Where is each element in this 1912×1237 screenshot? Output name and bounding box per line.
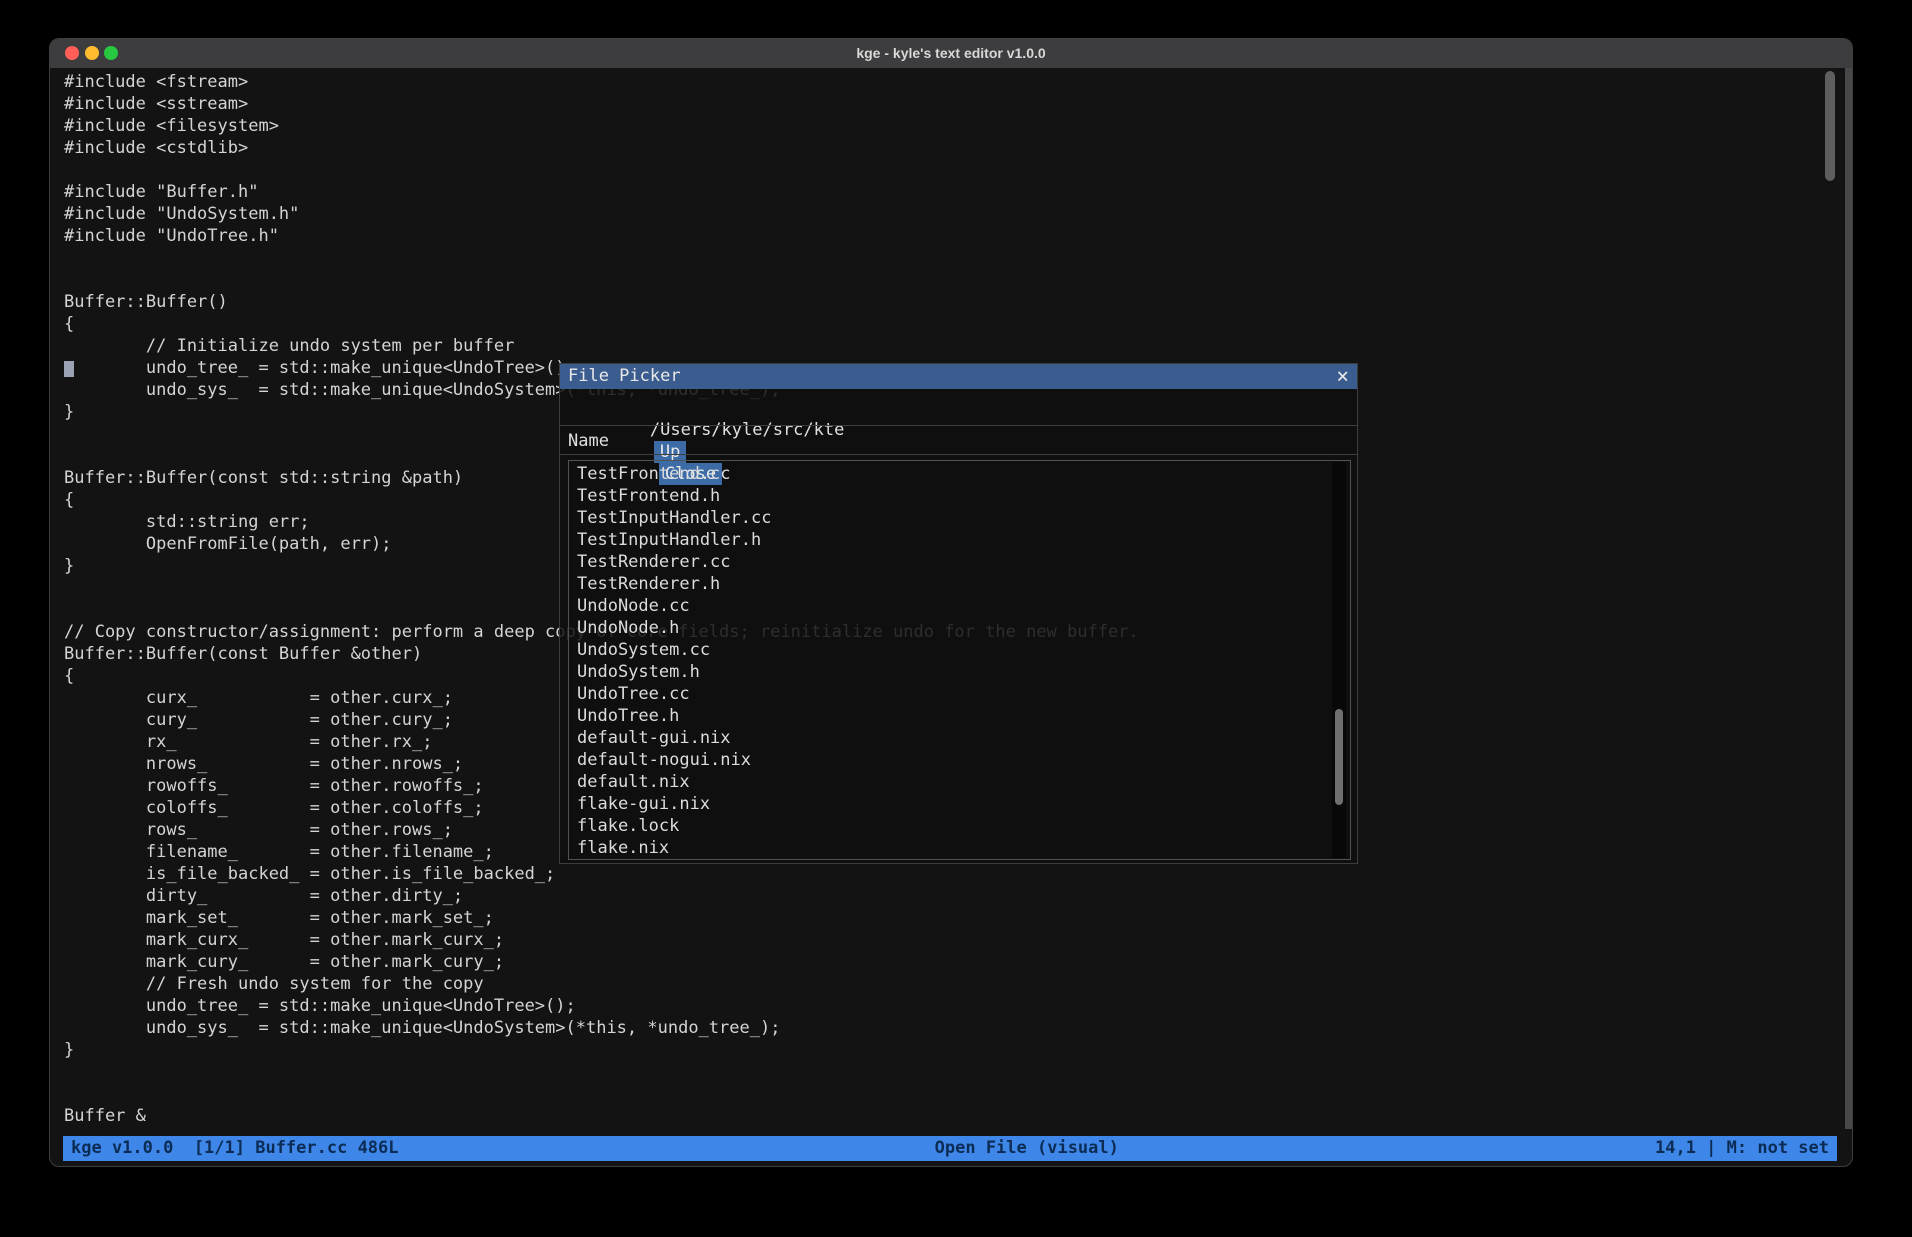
separator <box>560 425 1357 426</box>
file-item[interactable]: flake.lock <box>569 815 1350 837</box>
status-left: kge v1.0.0 [1/1] Buffer.cc 486L <box>71 1136 399 1161</box>
file-item[interactable]: default-nogui.nix <box>569 749 1350 771</box>
file-item[interactable]: TestRenderer.h <box>569 573 1350 595</box>
file-item[interactable]: TestRenderer.cc <box>569 551 1350 573</box>
file-item[interactable]: flake-gui.nix <box>569 793 1350 815</box>
file-item[interactable]: UndoSystem.cc <box>569 639 1350 661</box>
status-cursor-info: 14,1 | M: not set <box>1655 1136 1829 1161</box>
close-icon[interactable]: × <box>1336 364 1349 389</box>
column-header-name: Name <box>568 430 609 452</box>
editor-scrollbar-thumb[interactable] <box>1825 71 1835 181</box>
file-list: TestFrontend.ccTestFrontend.hTestInputHa… <box>568 460 1351 860</box>
file-item[interactable]: TestFrontend.h <box>569 485 1350 507</box>
window-titlebar: kge - kyle's text editor v1.0.0 <box>50 39 1852 68</box>
list-scrollbar-thumb[interactable] <box>1335 709 1343 805</box>
file-item[interactable]: default-gui.nix <box>569 727 1350 749</box>
file-item[interactable]: UndoTree.cc <box>569 683 1350 705</box>
file-item[interactable]: UndoTree.h <box>569 705 1350 727</box>
editor-scrollbar-track[interactable] <box>1845 68 1853 1129</box>
file-item[interactable]: TestInputHandler.cc <box>569 507 1350 529</box>
current-path: /Users/kyle/src/kte <box>650 420 844 440</box>
separator <box>560 454 1357 455</box>
path-row: /Users/kyle/src/kte Up Close <box>568 397 844 419</box>
file-picker-titlebar: File Picker × <box>560 364 1357 389</box>
desktop: kge - kyle's text editor v1.0.0 #include… <box>0 0 1912 1237</box>
text-cursor <box>64 361 74 377</box>
file-item[interactable]: TestInputHandler.h <box>569 529 1350 551</box>
window-title: kge - kyle's text editor v1.0.0 <box>50 39 1852 68</box>
file-picker-title: File Picker <box>568 366 681 386</box>
file-item[interactable]: UndoSystem.h <box>569 661 1350 683</box>
file-item[interactable]: default.nix <box>569 771 1350 793</box>
file-item[interactable]: UndoNode.cc <box>569 595 1350 617</box>
status-mode: Open File (visual) <box>399 1136 1655 1161</box>
file-item[interactable]: TestFrontend.cc <box>569 463 1350 485</box>
status-bar: kge v1.0.0 [1/1] Buffer.cc 486L Open Fil… <box>63 1136 1837 1161</box>
editor-window: kge - kyle's text editor v1.0.0 #include… <box>49 38 1853 1167</box>
file-item[interactable]: flake.nix <box>569 837 1350 859</box>
file-item[interactable]: UndoNode.h <box>569 617 1350 639</box>
file-picker-dialog: File Picker × /Users/kyle/src/kte Up Clo… <box>559 363 1358 864</box>
